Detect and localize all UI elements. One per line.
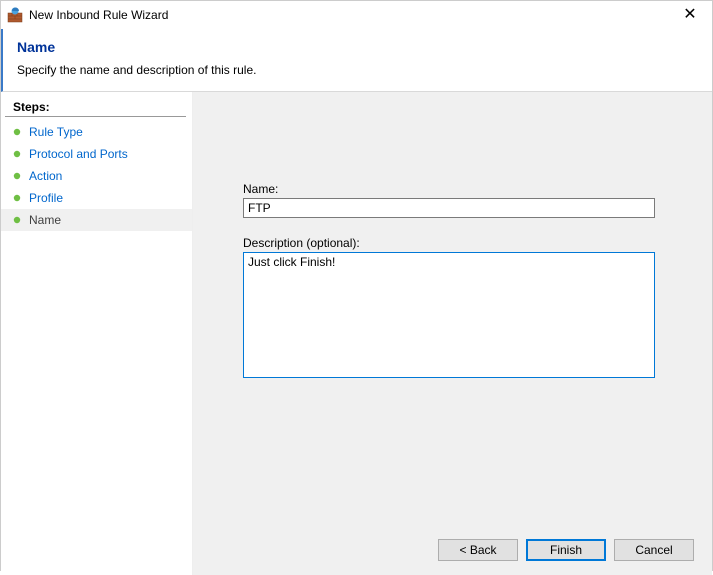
step-label: Profile	[29, 191, 63, 205]
cancel-button[interactable]: Cancel	[614, 539, 694, 561]
bullet-icon	[13, 194, 21, 202]
step-protocol-ports[interactable]: Protocol and Ports	[1, 143, 192, 165]
titlebar-left: New Inbound Rule Wizard	[7, 7, 168, 23]
bullet-icon	[13, 128, 21, 136]
name-input[interactable]	[243, 198, 655, 218]
wizard-buttons: < Back Finish Cancel	[438, 539, 694, 561]
close-icon[interactable]: ✕	[676, 1, 704, 29]
step-label: Protocol and Ports	[29, 147, 128, 161]
firewall-icon	[7, 7, 23, 23]
titlebar: New Inbound Rule Wizard ✕	[1, 1, 712, 29]
steps-heading: Steps:	[5, 96, 186, 117]
name-field-group: Name:	[243, 182, 682, 218]
wizard-header: Name Specify the name and description of…	[1, 29, 712, 92]
bullet-icon	[13, 150, 21, 158]
step-label: Action	[29, 169, 62, 183]
page-subtitle: Specify the name and description of this…	[17, 63, 698, 77]
page-title: Name	[17, 39, 698, 55]
steps-sidebar: Steps: Rule Type Protocol and Ports Acti…	[1, 92, 193, 575]
description-input[interactable]	[243, 252, 655, 378]
bullet-icon	[13, 216, 21, 224]
step-name[interactable]: Name	[1, 209, 192, 231]
window-title: New Inbound Rule Wizard	[29, 8, 168, 22]
step-label: Name	[29, 213, 61, 227]
finish-button[interactable]: Finish	[526, 539, 606, 561]
name-label: Name:	[243, 182, 682, 196]
step-label: Rule Type	[29, 125, 83, 139]
description-field-group: Description (optional):	[243, 236, 682, 381]
main-panel: Name: Description (optional): < Back Fin…	[193, 92, 712, 575]
wizard-body: Steps: Rule Type Protocol and Ports Acti…	[1, 92, 712, 575]
step-rule-type[interactable]: Rule Type	[1, 121, 192, 143]
step-profile[interactable]: Profile	[1, 187, 192, 209]
step-action[interactable]: Action	[1, 165, 192, 187]
back-button[interactable]: < Back	[438, 539, 518, 561]
description-label: Description (optional):	[243, 236, 682, 250]
bullet-icon	[13, 172, 21, 180]
